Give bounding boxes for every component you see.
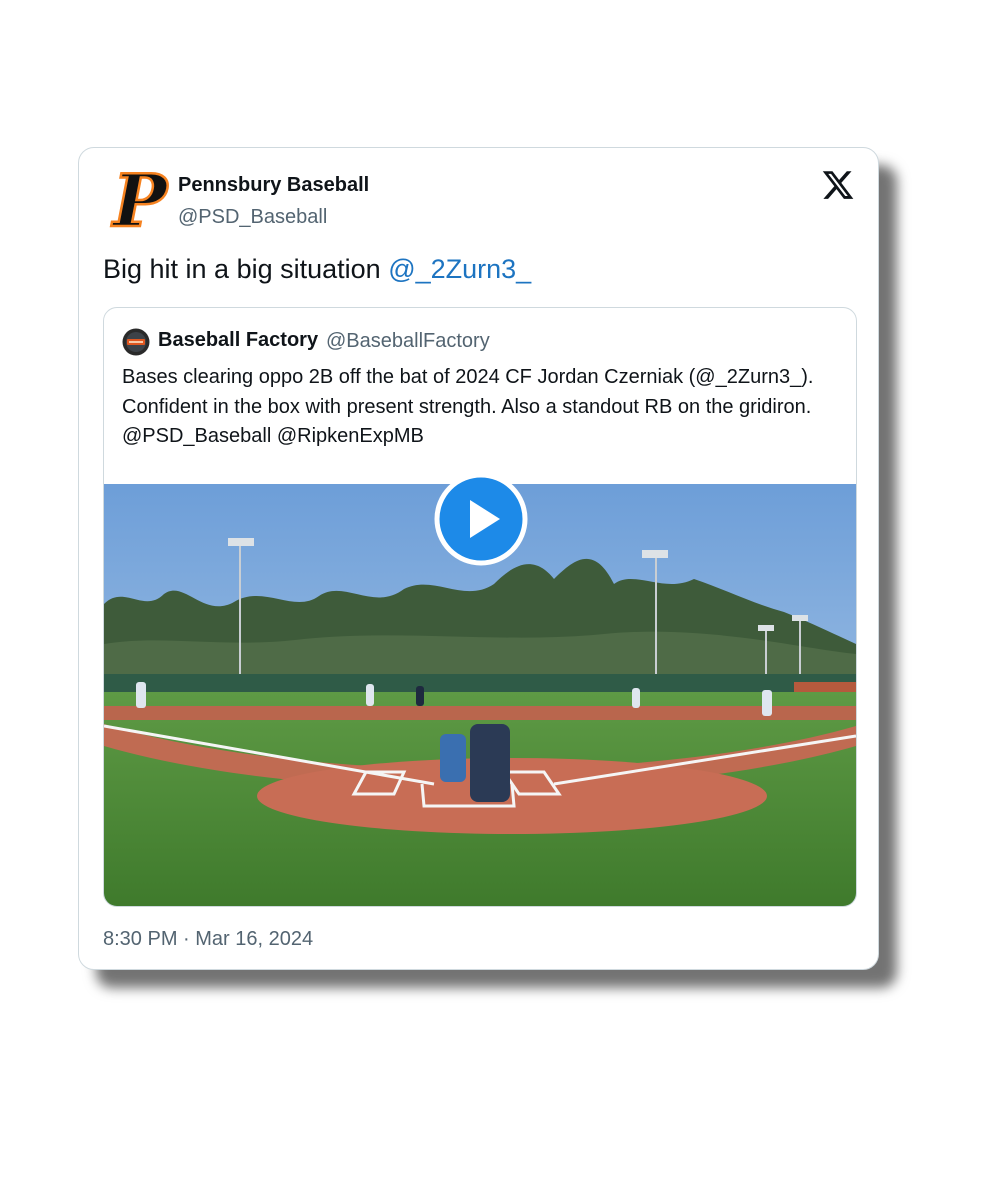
quoted-tweet[interactable]: Baseball Factory @BaseballFactory Bases …	[103, 307, 857, 907]
quoted-text: Bases clearing oppo 2B off the bat of 20…	[122, 366, 814, 447]
mention-link[interactable]: @_2Zurn3_	[388, 254, 531, 284]
play-icon[interactable]	[434, 472, 528, 566]
tweet-body: Big hit in a big situation	[103, 254, 389, 284]
quoted-author-name[interactable]: Baseball Factory	[158, 329, 318, 352]
tweet-text: Big hit in a big situation @_2Zurn3_	[103, 254, 531, 285]
tweet-timestamp[interactable]: 8:30 PM · Mar 16, 2024	[103, 928, 313, 951]
x-logo-icon[interactable]	[821, 168, 855, 202]
tweet-card[interactable]: P Pennsbury Baseball @PSD_Baseball Big h…	[78, 147, 879, 970]
author-handle[interactable]: @PSD_Baseball	[178, 206, 327, 229]
avatar[interactable]: P	[107, 166, 173, 238]
svg-text:P: P	[111, 166, 169, 238]
author-name[interactable]: Pennsbury Baseball	[178, 174, 369, 197]
quoted-avatar[interactable]	[122, 328, 150, 356]
quoted-author-handle[interactable]: @BaseballFactory	[326, 330, 490, 353]
